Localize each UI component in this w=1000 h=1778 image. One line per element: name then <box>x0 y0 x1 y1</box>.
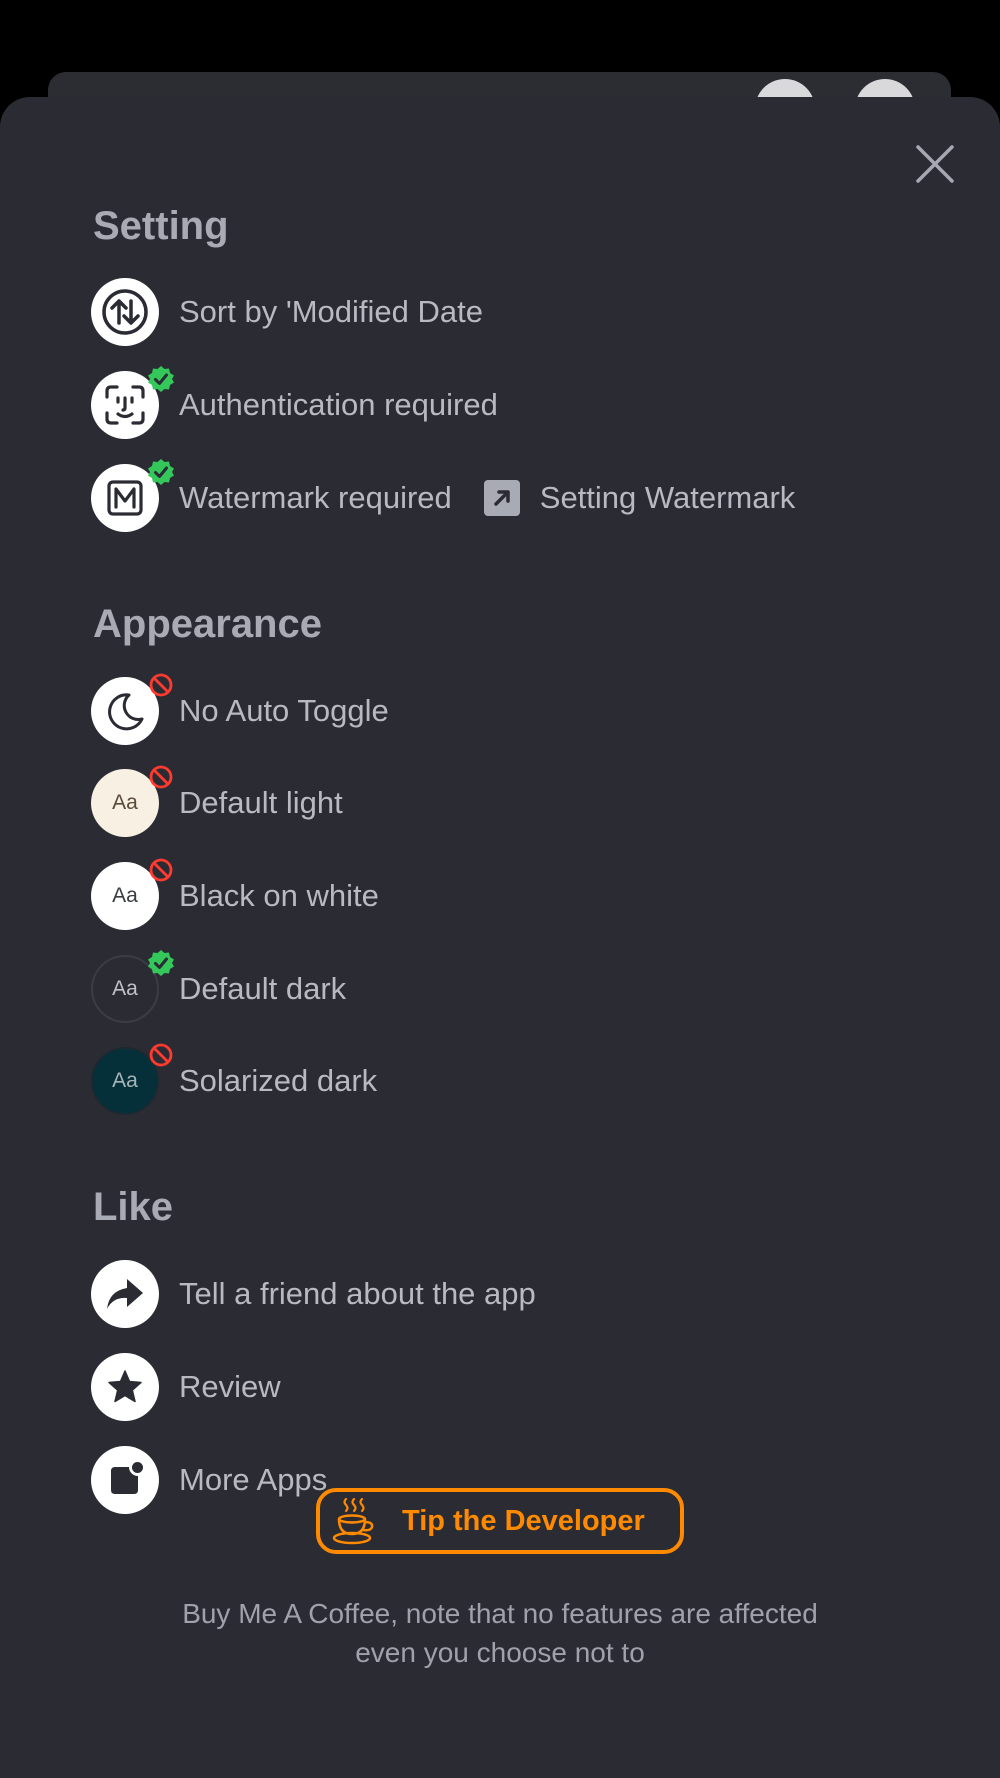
enabled-badge-icon <box>148 459 174 485</box>
setting-watermark-label: Setting Watermark <box>539 480 796 515</box>
enabled-badge-icon <box>148 366 174 392</box>
sort-label: Sort by 'Modified Date <box>179 294 484 329</box>
auto-toggle-option[interactable]: No Auto Toggle <box>91 673 389 746</box>
theme-option[interactable]: Aa Default light <box>91 765 343 838</box>
share-app-option[interactable]: Tell a friend about the app <box>91 1259 536 1329</box>
close-icon[interactable] <box>910 139 960 189</box>
enabled-badge-icon <box>148 950 174 976</box>
theme-label: Default dark <box>179 971 347 1006</box>
coffee-cup-icon <box>332 1497 374 1545</box>
sort-icon <box>91 278 159 346</box>
disabled-badge-icon <box>149 673 173 697</box>
external-link-icon <box>483 480 520 516</box>
theme-option[interactable]: Aa Solarized dark <box>91 1043 378 1116</box>
authentication-label: Authentication required <box>179 387 498 422</box>
more-apps-label: More Apps <box>179 1462 328 1497</box>
disabled-badge-icon <box>149 1043 173 1067</box>
auto-toggle-label: No Auto Toggle <box>179 693 389 728</box>
disabled-badge-icon <box>149 858 173 882</box>
more-apps-icon <box>91 1446 159 1514</box>
share-arrow-icon <box>91 1260 159 1328</box>
setting-section-title: Setting <box>93 204 229 248</box>
like-section-title: Like <box>93 1185 174 1229</box>
setting-watermark-link[interactable]: Setting Watermark <box>483 480 796 516</box>
theme-option[interactable]: Aa Default dark <box>91 950 347 1024</box>
appearance-section-title: Appearance <box>93 602 322 646</box>
theme-label: Solarized dark <box>179 1063 378 1098</box>
more-apps-option[interactable]: More Apps <box>91 1445 327 1515</box>
theme-label: Black on white <box>179 878 379 913</box>
disabled-badge-icon <box>149 765 173 789</box>
watermark-label: Watermark required <box>179 480 452 515</box>
theme-label: Default light <box>179 785 343 820</box>
watermark-option[interactable]: Watermark required Setting Watermark <box>91 459 796 533</box>
theme-option[interactable]: Aa Black on white <box>91 858 379 931</box>
tip-developer-label: Tip the Developer <box>402 1504 645 1537</box>
sort-option[interactable]: Sort by 'Modified Date <box>91 277 483 347</box>
tip-developer-button[interactable]: Tip the Developer <box>316 1488 684 1554</box>
share-app-label: Tell a friend about the app <box>179 1276 536 1311</box>
star-icon <box>91 1353 159 1421</box>
review-label: Review <box>179 1369 281 1404</box>
settings-sheet: Setting Sort by 'Modified Date Authentic… <box>0 97 1000 1778</box>
tip-note: Buy Me A Coffee, note that no features a… <box>182 1598 818 1668</box>
authentication-option[interactable]: Authentication required <box>91 366 498 440</box>
review-option[interactable]: Review <box>91 1352 281 1422</box>
